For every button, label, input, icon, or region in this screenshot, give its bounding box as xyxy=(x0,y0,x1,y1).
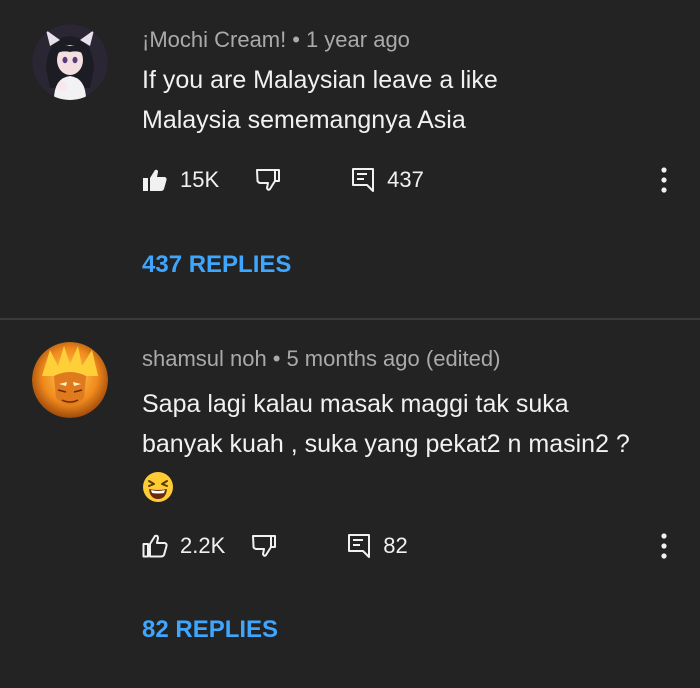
comment-actions: 15K 437 xyxy=(142,162,682,198)
comment-icon xyxy=(352,168,375,192)
comment-actions: 2.2K 82 xyxy=(142,528,682,564)
avatar[interactable] xyxy=(32,342,108,418)
comment-item: ¡Mochi Cream! • 1 year ago If you are Mala… xyxy=(0,0,700,318)
like-button[interactable]: 15K xyxy=(142,167,219,193)
more-vertical-icon xyxy=(661,167,667,193)
timestamp: 5 months ago (edited) xyxy=(286,346,501,371)
reply-count: 82 xyxy=(383,533,408,558)
anime-hero-avatar-icon xyxy=(32,342,108,418)
comment-item: shamsul noh • 5 months ago (edited) Sapa l… xyxy=(0,320,700,688)
comment-line: Sapa lagi kalau masak maggi tak suka xyxy=(142,390,569,418)
reply-count: 437 xyxy=(387,167,424,192)
view-replies-link[interactable]: 82 REPLIES xyxy=(142,616,278,644)
like-count: 2.2K xyxy=(180,533,226,558)
more-options-button[interactable] xyxy=(656,162,672,198)
timestamp: 1 year ago xyxy=(305,27,410,52)
view-replies-link[interactable]: 437 REPLIES xyxy=(142,251,291,279)
comment-line: Malaysia sememangnya Asia xyxy=(142,106,466,134)
like-count: 15K xyxy=(180,167,220,192)
emoji-line xyxy=(142,464,630,510)
dislike-button[interactable] xyxy=(255,168,281,192)
like-button[interactable]: 2.2K xyxy=(142,533,225,559)
anime-girl-avatar-icon xyxy=(32,24,108,100)
comment-line: If you are Malaysian leave a like xyxy=(142,66,498,94)
thumbs-up-icon xyxy=(142,534,168,558)
comment-meta: ¡Mochi Cream! • 1 year ago xyxy=(142,27,410,53)
separator-dot: • xyxy=(272,346,281,371)
separator-dot: • xyxy=(292,27,300,52)
comment-icon xyxy=(348,534,371,558)
avatar[interactable] xyxy=(32,24,108,100)
thumbs-up-filled-icon xyxy=(143,169,167,191)
reply-button[interactable]: 437 xyxy=(351,167,424,193)
reply-button[interactable]: 82 xyxy=(347,533,408,559)
dislike-button[interactable] xyxy=(251,534,277,558)
author-name[interactable]: shamsul noh xyxy=(142,346,267,371)
more-options-button[interactable] xyxy=(656,528,672,564)
thumbs-down-icon xyxy=(252,535,277,557)
laughing-emoji xyxy=(142,471,174,503)
author-name[interactable]: ¡Mochi Cream! xyxy=(142,27,286,52)
comment-line: banyak kuah , suka yang pekat2 n masin2 … xyxy=(142,430,630,458)
more-vertical-icon xyxy=(661,533,667,559)
thumbs-down-icon xyxy=(256,169,281,191)
comment-text: Sapa lagi kalau masak maggi tak suka ban… xyxy=(142,384,630,510)
grinning-squinting-face-icon xyxy=(143,472,173,502)
comment-text: If you are Malaysian leave a like Malays… xyxy=(142,60,498,140)
comment-meta: shamsul noh • 5 months ago (edited) xyxy=(142,346,500,372)
